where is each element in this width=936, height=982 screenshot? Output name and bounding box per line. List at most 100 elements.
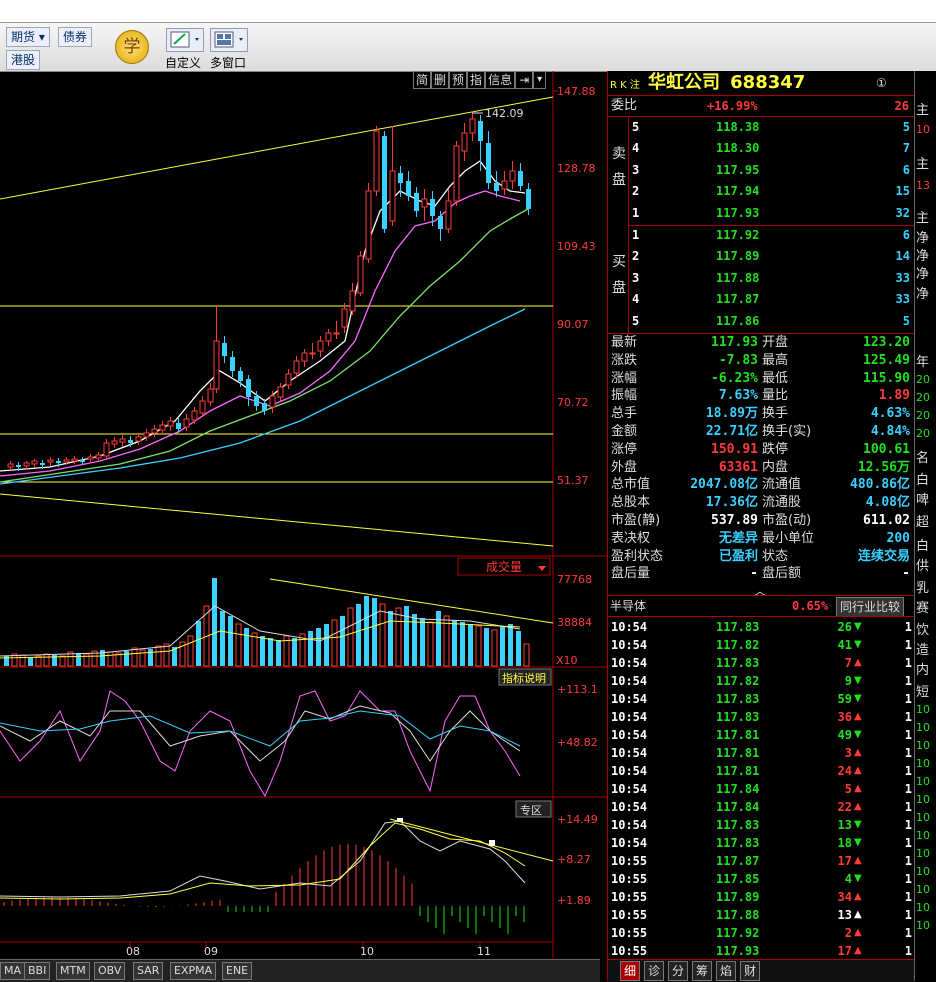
tick-time: 10:54: [611, 818, 648, 832]
tick-count: 1: [904, 656, 912, 670]
tab-diagnosis[interactable]: 诊: [644, 961, 665, 981]
volume-trendline[interactable]: [269, 578, 554, 624]
volume-bar: [43, 653, 50, 667]
stat-value: 无差异: [718, 530, 758, 546]
volume-bar: [508, 624, 513, 666]
truncated-text: 啤: [916, 493, 930, 508]
truncated-text: 主: [916, 157, 930, 172]
candle-body: [453, 145, 460, 202]
kdj-d-line: [0, 710, 521, 747]
volume-bar: [324, 624, 329, 666]
stat-value: -: [902, 566, 910, 582]
stat-label: 换手(实): [762, 424, 812, 439]
candle-body: [301, 352, 308, 362]
kline-chart[interactable]: 147.88 128.78 109.43 90.07 70.72 51.37 1…: [0, 71, 607, 959]
tick-count: 1: [904, 872, 912, 886]
lower-trendline[interactable]: [0, 493, 554, 547]
stat-label: 振幅: [611, 388, 638, 404]
tab-ene[interactable]: ENE: [222, 962, 253, 980]
volume-bar: [404, 606, 409, 666]
indicator1-tick-label: +48.82: [557, 736, 598, 749]
arrow-up-icon: ▲: [854, 711, 862, 722]
info-icon[interactable]: ①: [876, 72, 887, 94]
month-label: 10: [360, 945, 374, 958]
tick-price: 117.88: [716, 908, 760, 922]
tick-volume: 49: [837, 728, 852, 742]
truncated-text: 主: [916, 103, 930, 118]
volume-bar: [379, 603, 386, 667]
arrow-down-icon: ▼: [854, 675, 862, 686]
customize-button[interactable]: [166, 28, 204, 52]
volume-bar: [220, 611, 225, 666]
hk-stocks-button[interactable]: 港股: [6, 50, 41, 70]
candle-body: [469, 118, 476, 134]
stat-value: 17.36亿: [705, 495, 758, 511]
volume-bar: [244, 628, 249, 666]
info-button[interactable]: 信息: [485, 71, 516, 89]
tab-detail[interactable]: 细: [620, 961, 641, 981]
indicator2-tick-label: +1.89: [557, 894, 591, 907]
tick-time: 10:54: [611, 746, 648, 760]
tick-price: 117.83: [716, 656, 760, 670]
tab-mtm[interactable]: MTM: [56, 962, 90, 980]
tab-expma[interactable]: EXPMA: [170, 962, 217, 980]
truncated-text: 赛: [916, 601, 930, 616]
ask-level: 5: [632, 120, 640, 134]
tab-sar[interactable]: SAR: [133, 962, 164, 980]
candle-body: [119, 438, 126, 443]
bonds-button[interactable]: 债券: [58, 27, 93, 47]
tick-price: 117.87: [716, 854, 760, 868]
candlesticks[interactable]: [7, 111, 531, 471]
truncated-text: 净: [916, 249, 930, 264]
learn-button[interactable]: 学: [115, 30, 149, 64]
arrow-down-icon: ▼: [854, 729, 862, 740]
volume-bar: [316, 628, 321, 666]
stat-label: 盘后额: [762, 566, 802, 582]
arrow-up-icon: ▲: [854, 891, 862, 902]
volume-bar: [163, 643, 170, 667]
futures-button[interactable]: 期货 ▾: [6, 27, 50, 47]
volume-tick-label: 77768: [557, 573, 592, 586]
tab-bbi[interactable]: BBI: [24, 962, 51, 980]
stat-label: 盈利状态: [611, 548, 664, 564]
truncated-text: 净: [916, 267, 930, 282]
bid-price: 117.87: [716, 292, 760, 307]
candle-body: [40, 463, 45, 465]
tab-chips[interactable]: 筹: [692, 961, 713, 981]
delete-button[interactable]: 删: [431, 71, 450, 89]
macd-dea-line: [0, 822, 526, 900]
tick-volume: 13: [837, 908, 852, 922]
stat-label: 跌停: [762, 441, 789, 457]
multiwindow-label: 多窗口: [210, 56, 247, 70]
indicator-button[interactable]: 指: [467, 71, 486, 89]
tick-price: 117.85: [716, 872, 760, 886]
tick-count: 1: [904, 692, 912, 706]
tab-ma[interactable]: MA: [0, 962, 26, 980]
tab-minute[interactable]: 分: [668, 961, 689, 981]
volume-bar: [484, 628, 489, 666]
truncated-text: 10: [916, 811, 930, 824]
multiwindow-button[interactable]: [210, 28, 248, 52]
forecast-button[interactable]: 预: [449, 71, 468, 89]
peer-compare-button[interactable]: 同行业比较: [836, 597, 905, 617]
tab-obv[interactable]: OBV: [94, 962, 126, 980]
tab-finance[interactable]: 财: [740, 961, 761, 981]
simplify-button[interactable]: 简: [413, 71, 432, 89]
stat-label: 盘后量: [611, 566, 651, 582]
collapse-panel-icon[interactable]: ⇥: [515, 71, 534, 89]
tick-volume: 2: [844, 926, 852, 940]
chevron-down-icon[interactable]: ▾: [533, 71, 547, 89]
stat-label: 量比: [762, 388, 789, 404]
tick-volume: 17: [837, 854, 852, 868]
candle-body: [293, 360, 300, 374]
ask-volume: 15: [895, 184, 910, 199]
truncated-text: 10: [916, 847, 930, 860]
volume-bar: [468, 624, 473, 666]
stat-label: 状态: [762, 548, 789, 564]
bid-volume: 6: [902, 228, 910, 242]
tab-flame[interactable]: 焰: [716, 961, 737, 981]
stat-label: 总股本: [611, 495, 651, 511]
upper-trendline[interactable]: [0, 96, 554, 200]
stat-value: 12.56万: [857, 459, 910, 475]
truncated-text: 10: [916, 865, 930, 878]
